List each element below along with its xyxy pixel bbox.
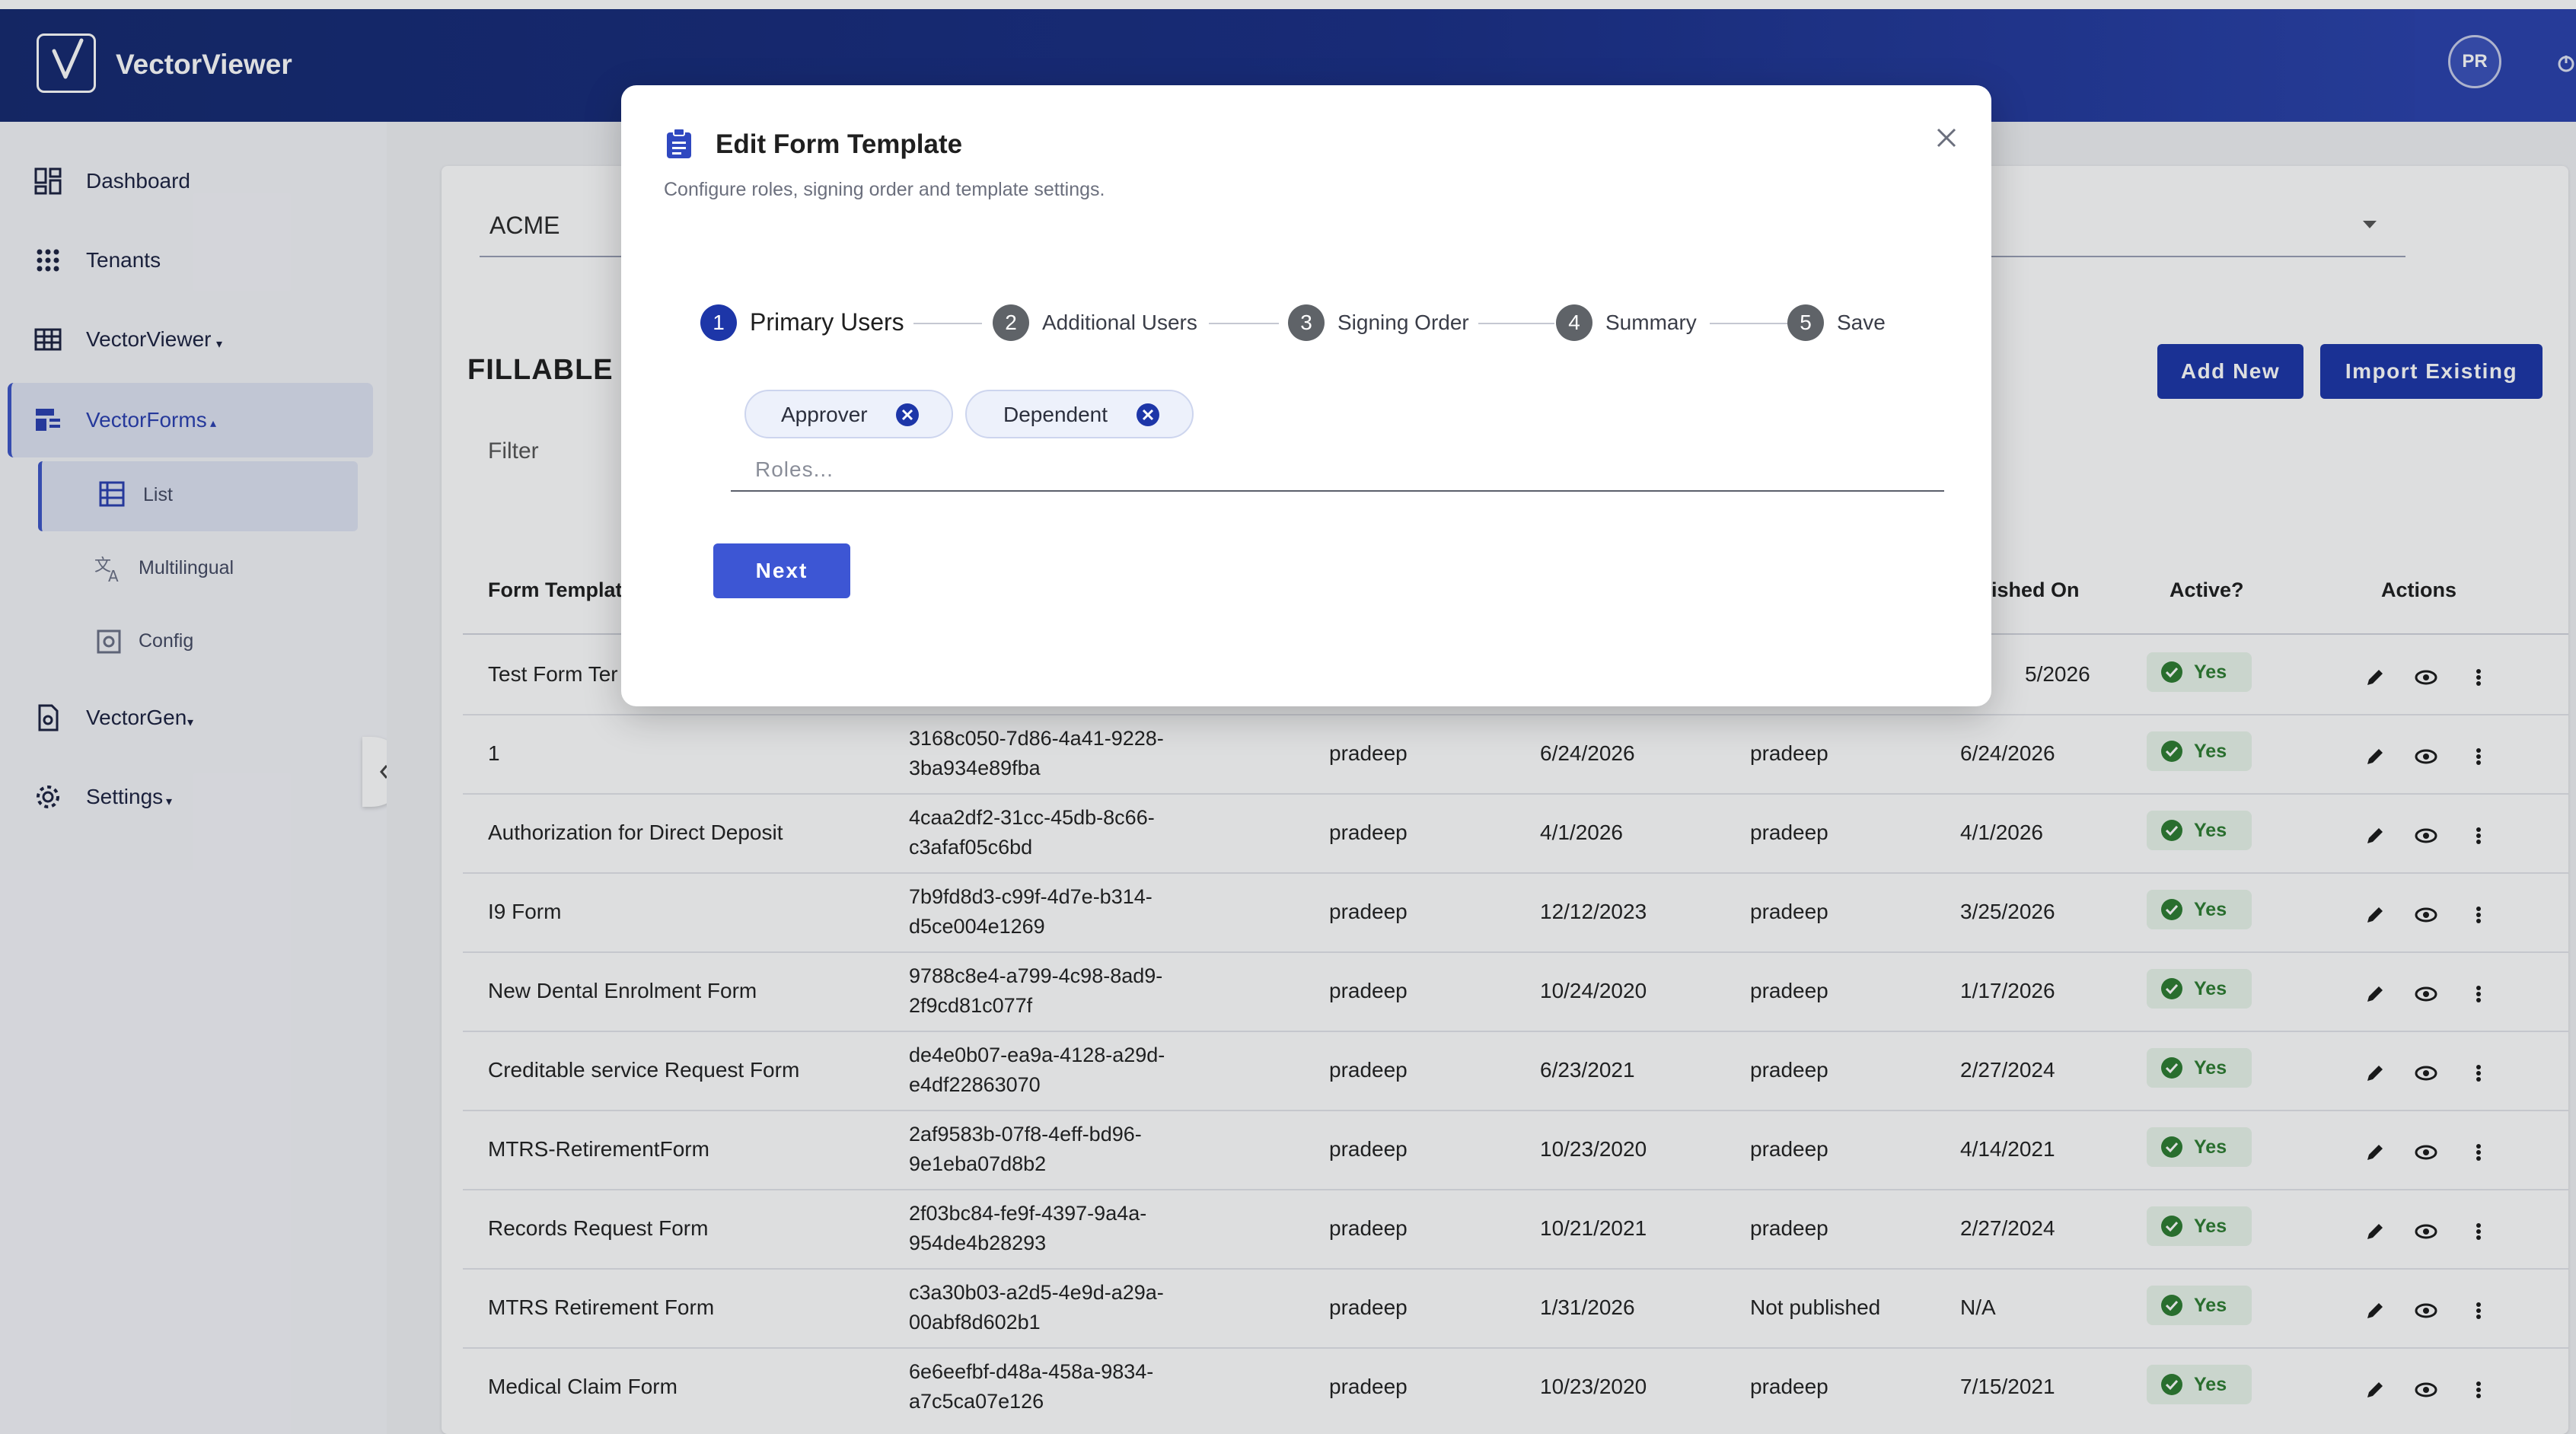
step-4-indicator[interactable]: 4	[1556, 304, 1592, 341]
step-connector	[913, 323, 982, 324]
step-3-label[interactable]: Signing Order	[1337, 311, 1469, 335]
step-4-label[interactable]: Summary	[1605, 311, 1697, 335]
step-3-indicator[interactable]: 3	[1288, 304, 1325, 341]
dialog-subtitle: Configure roles, signing order and templ…	[664, 179, 1105, 200]
chip-label: Dependent	[1003, 403, 1108, 426]
step-2-label[interactable]: Additional Users	[1042, 311, 1197, 335]
next-button[interactable]: Next	[713, 543, 850, 598]
remove-chip-icon[interactable]	[1136, 403, 1160, 427]
step-5-label[interactable]: Save	[1837, 311, 1886, 335]
roles-input[interactable]	[731, 449, 1944, 492]
step-connector	[1478, 323, 1554, 324]
role-chip-approver[interactable]: Approver	[744, 390, 953, 438]
remove-chip-icon[interactable]	[895, 403, 920, 427]
step-5-indicator[interactable]: 5	[1787, 304, 1824, 341]
chip-label: Approver	[781, 403, 868, 426]
close-icon[interactable]	[1934, 125, 1959, 151]
role-chip-dependent[interactable]: Dependent	[965, 390, 1194, 438]
step-connector	[1209, 323, 1279, 324]
clipboard-icon	[665, 128, 693, 160]
dialog-title: Edit Form Template	[716, 129, 963, 159]
step-connector	[1710, 323, 1789, 324]
step-1-indicator[interactable]: 1	[700, 304, 737, 341]
step-2-indicator[interactable]: 2	[993, 304, 1029, 341]
step-1-label[interactable]: Primary Users	[750, 308, 904, 336]
